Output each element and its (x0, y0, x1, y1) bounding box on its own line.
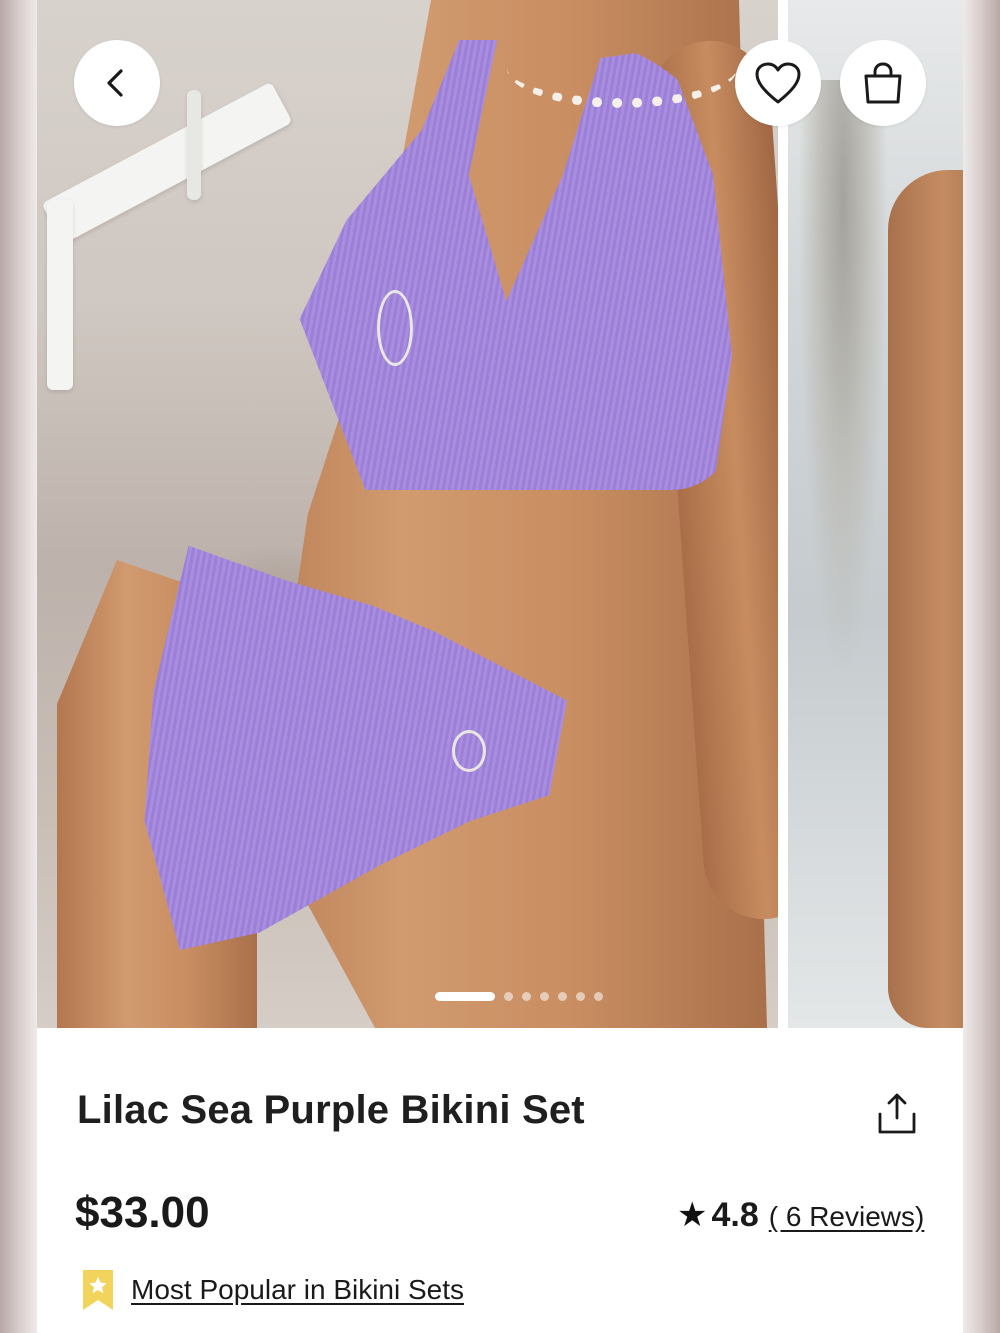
pagination-dot[interactable] (576, 991, 585, 1001)
shopping-bag-icon (864, 62, 902, 104)
reviews-link[interactable]: ( 6 Reviews) (769, 1201, 925, 1233)
shopping-bag-button[interactable] (840, 40, 926, 126)
pagination-dot[interactable] (558, 991, 567, 1001)
pagination-dot[interactable] (522, 991, 531, 1001)
pagination-dot[interactable] (594, 991, 603, 1001)
popular-badge-link[interactable]: Most Popular in Bikini Sets (131, 1274, 464, 1306)
favorite-button[interactable] (735, 40, 821, 126)
rating-value: 4.8 (711, 1196, 759, 1234)
product-rating: ★ 4.8 ( 6 Reviews) (677, 1195, 924, 1235)
model-image (57, 0, 778, 1028)
pagination-dot[interactable] (540, 991, 549, 1001)
pagination-dot-active[interactable] (435, 991, 495, 1001)
product-screen: Lilac Sea Purple Bikini Set $33.00 ★ 4.8… (37, 0, 963, 1333)
image-gallery[interactable] (37, 0, 963, 1028)
product-info: Lilac Sea Purple Bikini Set $33.00 ★ 4.8… (37, 1028, 963, 1333)
product-photo-next[interactable] (788, 0, 963, 1028)
share-icon[interactable] (875, 1092, 919, 1136)
product-photo-main[interactable] (37, 0, 778, 1028)
product-price: $33.00 (75, 1188, 210, 1237)
product-title: Lilac Sea Purple Bikini Set (77, 1088, 585, 1132)
popular-badge[interactable]: Most Popular in Bikini Sets (81, 1268, 464, 1312)
gallery-pagination (435, 991, 603, 1001)
star-icon: ★ (677, 1196, 708, 1234)
bookmark-star-icon (83, 1270, 113, 1310)
pagination-dot[interactable] (504, 991, 513, 1001)
chevron-left-icon (107, 69, 123, 97)
heart-outline-icon (755, 62, 801, 104)
back-button[interactable] (74, 40, 160, 126)
